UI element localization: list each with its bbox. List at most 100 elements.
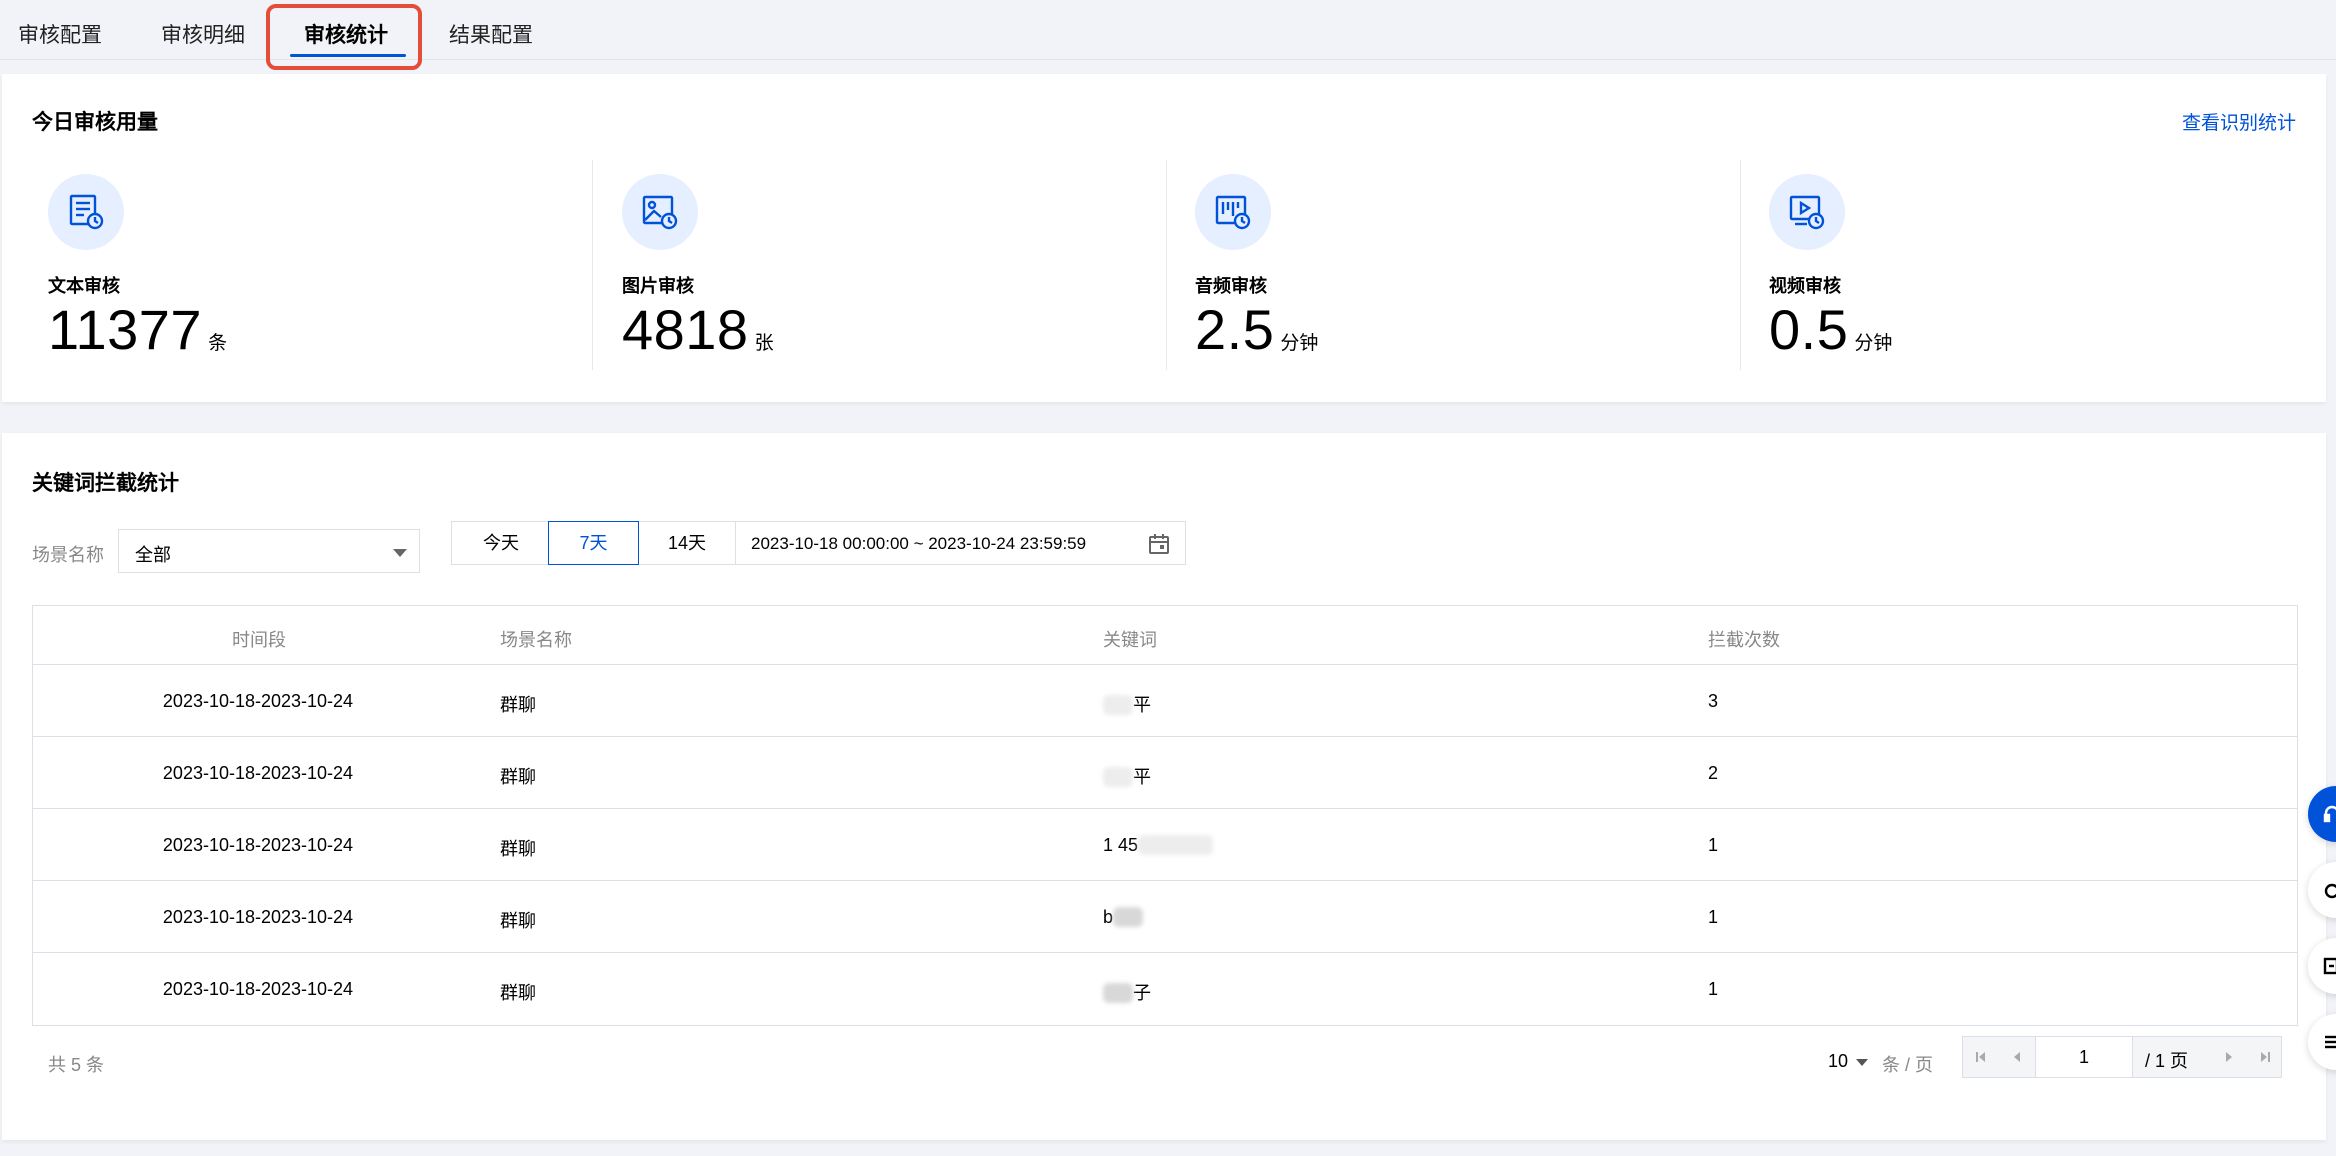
cell-keyword: bxx (1103, 907, 1144, 928)
next-page-icon (2226, 1052, 2232, 1062)
keyword-text: 子 (1133, 983, 1151, 1003)
stat-number: 2.5 (1195, 298, 1275, 361)
calendar-icon (1147, 532, 1171, 561)
keyword-interception-title: 关键词拦截统计 (32, 472, 179, 495)
cell-period: 2023-10-18-2023-10-24 (162, 763, 354, 783)
cell-count: 1 (1708, 835, 1719, 855)
stat-video-review: 视频审核 0.5 分钟 (1769, 174, 2336, 374)
keyword-text: 平 (1133, 695, 1151, 715)
stat-label: 文本审核 (48, 276, 120, 296)
table-header: 时间段 场景名称 关键词 拦截次数 (33, 606, 2297, 665)
stat-divider (1166, 160, 1167, 370)
cell-scene: 群聊 (500, 911, 536, 931)
caret-down-icon[interactable] (1856, 1059, 1868, 1066)
page-number-input[interactable]: 1 (2035, 1037, 2133, 1077)
cell-scene: 群聊 (500, 983, 536, 1003)
tab-review-detail[interactable]: 审核明细 (161, 18, 245, 54)
col-keyword: 关键词 (1103, 630, 1157, 650)
tab-bar: 审核配置 审核明细 审核统计 结果配置 (0, 0, 2336, 70)
stat-unit: 条 (208, 333, 228, 354)
col-period: 时间段 (232, 630, 286, 650)
range-7days-button[interactable]: 7天 (548, 521, 639, 565)
table-row: 2023-10-18-2023-10-24 群聊 xx平 3 (33, 665, 2297, 737)
page-size-select[interactable]: 10 (1828, 1051, 1848, 1072)
redacted-mask: xx (1103, 767, 1133, 787)
redacted-mask: xx (1113, 907, 1144, 927)
total-count: 共 5 条 (48, 1055, 105, 1075)
cell-scene: 群聊 (500, 695, 536, 715)
cell-period: 2023-10-18-2023-10-24 (162, 907, 354, 927)
page-size-unit: 条 / 页 (1882, 1055, 1934, 1075)
stat-divider (1740, 160, 1741, 370)
page-total: / 1 页 (2145, 1051, 2189, 1071)
stat-label: 图片审核 (622, 276, 694, 296)
date-range-picker[interactable]: 2023-10-18 00:00:00 ~ 2023-10-24 23:59:5… (735, 521, 1186, 565)
keyword-text: 1 45 (1103, 835, 1139, 855)
stat-label: 音频审核 (1195, 276, 1267, 296)
date-range-text: 2023-10-18 00:00:00 ~ 2023-10-24 23:59:5… (751, 534, 1087, 553)
cell-count: 1 (1708, 979, 1719, 999)
prev-page-icon (2014, 1052, 2020, 1062)
cell-keyword: 1 45xxxxxxx (1103, 835, 1214, 856)
stat-number: 4818 (622, 298, 749, 361)
last-page-icon (2261, 1052, 2270, 1062)
stat-unit: 分钟 (1854, 333, 1893, 354)
caret-down-icon (393, 549, 407, 557)
list-icon (2325, 1035, 2336, 1049)
last-page-button[interactable] (2247, 1037, 2283, 1077)
col-count: 拦截次数 (1708, 630, 1780, 650)
scene-filter-label: 场景名称 (32, 545, 104, 565)
active-tab-indicator (290, 54, 406, 57)
first-page-icon (1976, 1052, 1985, 1062)
headset-icon (2323, 805, 2336, 823)
stat-value: 2.5 分钟 (1195, 298, 1318, 362)
cell-count: 3 (1708, 691, 1719, 711)
table-row: 2023-10-18-2023-10-24 群聊 1 45xxxxxxx 1 (33, 809, 2297, 881)
cell-keyword: xx子 (1103, 979, 1151, 1005)
tab-review-config[interactable]: 审核配置 (18, 18, 102, 54)
stat-number: 11377 (48, 298, 203, 361)
redacted-mask: xx (1103, 695, 1133, 715)
stat-audio-review: 音频审核 2.5 分钟 (1195, 174, 1769, 374)
image-clock-icon (622, 174, 698, 250)
audio-clock-icon (1195, 174, 1271, 250)
document-icon (2323, 957, 2336, 975)
keyword-table: 时间段 场景名称 关键词 拦截次数 2023-10-18-2023-10-24 … (32, 605, 2298, 1026)
cell-keyword: xx平 (1103, 691, 1151, 717)
stat-value: 4818 张 (622, 298, 774, 362)
cell-period: 2023-10-18-2023-10-24 (162, 835, 354, 855)
scene-select-value: 全部 (135, 545, 171, 565)
redacted-mask: xxxxxxx (1138, 835, 1214, 855)
redacted-mask: xx (1103, 983, 1133, 1003)
view-recognition-stats-link[interactable]: 查看识别统计 (2182, 108, 2296, 135)
feedback-icon (2324, 883, 2336, 899)
pagination: 1 / 1 页 (1962, 1036, 2282, 1078)
cell-keyword: xx平 (1103, 763, 1151, 789)
first-page-button[interactable] (1963, 1037, 1999, 1077)
stat-unit: 张 (754, 333, 774, 354)
stat-value: 0.5 分钟 (1769, 298, 1892, 362)
keyword-interception-card: 关键词拦截统计 场景名称 全部 今天 7天 14天 2023-10-18 00:… (2, 433, 2326, 1140)
col-scene: 场景名称 (500, 630, 572, 650)
stat-unit: 分钟 (1280, 333, 1319, 354)
table-row: 2023-10-18-2023-10-24 群聊 xx子 1 (33, 953, 2297, 1025)
stat-label: 视频审核 (1769, 276, 1841, 296)
keyword-text: b (1103, 907, 1114, 927)
cell-count: 2 (1708, 763, 1719, 783)
keyword-text: 平 (1133, 767, 1151, 787)
tab-review-statistics[interactable]: 审核统计 (304, 18, 388, 54)
range-today-button[interactable]: 今天 (451, 521, 551, 565)
stat-image-review: 图片审核 4818 张 (622, 174, 1196, 374)
cell-scene: 群聊 (500, 839, 536, 859)
scene-select[interactable]: 全部 (118, 529, 420, 573)
video-clock-icon (1769, 174, 1845, 250)
stat-text-review: 文本审核 11377 条 (48, 174, 622, 374)
tab-result-config[interactable]: 结果配置 (449, 18, 533, 54)
text-doc-clock-icon (48, 174, 124, 250)
stat-divider (592, 160, 593, 370)
prev-page-button[interactable] (1999, 1037, 2035, 1077)
range-14days-button[interactable]: 14天 (638, 521, 736, 565)
next-page-button[interactable] (2211, 1037, 2247, 1077)
cell-period: 2023-10-18-2023-10-24 (162, 979, 354, 999)
table-row: 2023-10-18-2023-10-24 群聊 bxx 1 (33, 881, 2297, 953)
